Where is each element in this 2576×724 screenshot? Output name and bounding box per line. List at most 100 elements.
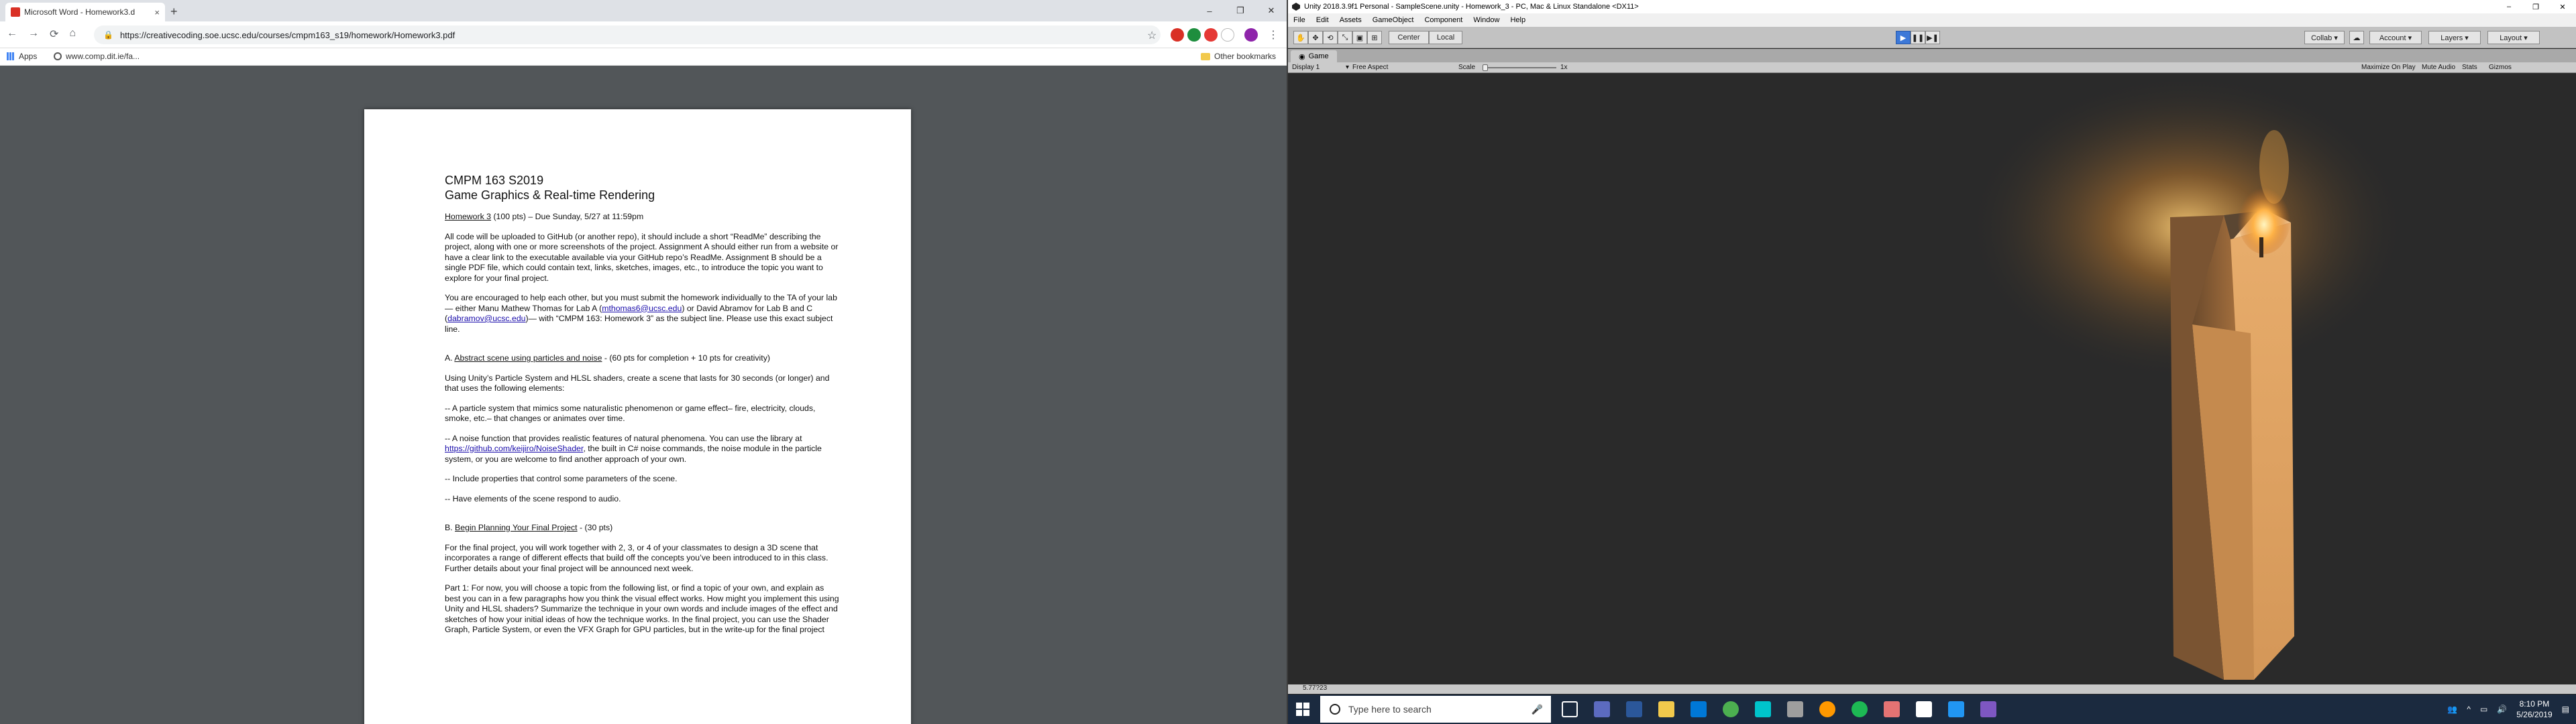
transform-tool-icon[interactable]: ⊞	[1367, 31, 1382, 44]
rect-tool-icon[interactable]: ▣	[1352, 31, 1367, 44]
pivot-toggle[interactable]: Center	[1389, 31, 1429, 44]
app-red-icon[interactable]	[1884, 701, 1900, 717]
close-tab-icon[interactable]: ×	[154, 7, 160, 17]
account-dropdown[interactable]: Account ▾	[2369, 31, 2422, 44]
extension-shield-icon[interactable]	[1171, 28, 1184, 42]
section-a-intro: Using Unity’s Particle System and HLSL s…	[445, 373, 830, 394]
scale-tool-icon[interactable]: ⤡	[1338, 31, 1352, 44]
windows-start-icon[interactable]	[1296, 703, 1309, 716]
menu-help[interactable]: Help	[1510, 16, 1525, 24]
maximize-on-play-toggle[interactable]: Maximize On Play	[2361, 64, 2416, 71]
folder-icon	[1201, 52, 1210, 60]
cloud-icon[interactable]: ☁	[2349, 31, 2364, 44]
other-bookmarks[interactable]: Other bookmarks	[1201, 52, 1276, 61]
show-hidden-icons[interactable]: ^	[2467, 705, 2471, 714]
tab-game[interactable]: ◉ Game	[1291, 50, 1337, 62]
clock[interactable]: 8:10 PM 5/26/2019	[2516, 699, 2552, 720]
move-tool-icon[interactable]: ✥	[1308, 31, 1323, 44]
section-b-intro: For the final project, you will work tog…	[445, 542, 828, 573]
hand-tool-icon[interactable]: ✋	[1293, 31, 1308, 44]
edge-icon[interactable]	[1690, 701, 1707, 717]
space-toggle[interactable]: Local	[1429, 31, 1462, 44]
menu-file[interactable]: File	[1293, 16, 1305, 24]
apps-grid-icon	[7, 52, 15, 60]
discord-icon[interactable]	[1980, 701, 1996, 717]
clock-date: 5/26/2019	[2516, 710, 2553, 719]
rotate-tool-icon[interactable]: ⟲	[1323, 31, 1338, 44]
extension-green-icon[interactable]	[1187, 28, 1201, 42]
gizmos-dropdown[interactable]: Gizmos	[2489, 64, 2512, 71]
tab-game-label: Game	[1308, 52, 1329, 60]
bookmarks-bar: Apps www.comp.dit.ie/fa... Other bookmar…	[0, 48, 1287, 66]
display-dropdown-arrow-icon[interactable]: ▾	[1346, 64, 1349, 71]
a3-text-a: -- A noise function that provides realis…	[445, 433, 802, 443]
notifications-icon[interactable]: ▤	[2562, 705, 2569, 714]
menu-edit[interactable]: Edit	[1316, 16, 1329, 24]
bookmark-star-icon[interactable]: ☆	[1147, 29, 1157, 42]
clock-time: 8:10 PM	[2519, 699, 2550, 709]
microphone-icon[interactable]: 🎤	[1532, 704, 1543, 715]
forward-arrow-icon[interactable]: →	[28, 27, 39, 41]
unity-hub-icon[interactable]	[1916, 701, 1932, 717]
people-icon[interactable]: 👥	[2447, 705, 2457, 714]
new-tab-button[interactable]: +	[170, 5, 178, 19]
other-bookmarks-label: Other bookmarks	[1214, 52, 1277, 61]
minimize-button[interactable]: –	[1194, 0, 1225, 21]
close-button[interactable]: ✕	[1256, 0, 1287, 21]
chrome-icon[interactable]	[1723, 701, 1739, 717]
extension-blank-icon[interactable]	[1221, 28, 1234, 42]
network-icon[interactable]: ▭	[2480, 705, 2487, 714]
section-b-title: Begin Planning Your Final Project	[455, 523, 578, 532]
play-button-icon[interactable]: ▶	[1896, 31, 1911, 44]
unity-maximize-button[interactable]: ❐	[2522, 0, 2549, 13]
home-icon[interactable]: ⌂	[69, 27, 76, 41]
game-viewport[interactable]	[1288, 73, 2576, 684]
scale-slider-handle[interactable]	[1483, 64, 1488, 71]
scale-value: 1x	[1560, 64, 1568, 71]
app-gray-icon[interactable]	[1787, 701, 1803, 717]
volume-icon[interactable]: 🔊	[2497, 705, 2507, 714]
layers-dropdown[interactable]: Layers ▾	[2428, 31, 2481, 44]
browser-tab[interactable]: Microsoft Word - Homework3.d ×	[5, 3, 165, 21]
unity-tabbar: ◉ Game	[1288, 49, 2576, 62]
taskbar-search[interactable]: Type here to search 🎤	[1320, 696, 1551, 723]
layout-dropdown[interactable]: Layout ▾	[2487, 31, 2540, 44]
noise-shader-link[interactable]: https://github.com/keijiro/NoiseShader	[445, 444, 583, 453]
menu-assets[interactable]: Assets	[1340, 16, 1362, 24]
display-dropdown[interactable]: Display 1	[1292, 64, 1320, 71]
menu-gameobject[interactable]: GameObject	[1373, 16, 1414, 24]
vlc-icon[interactable]	[1819, 701, 1835, 717]
email-link-lab-b[interactable]: dabramov@ucsc.edu	[447, 314, 525, 323]
game-view-toolbar: Display 1 ▾ Free Aspect Scale 1x Maximiz…	[1288, 62, 2576, 73]
unity-logo-icon	[1292, 3, 1300, 11]
stats-toggle[interactable]: Stats	[2462, 64, 2477, 71]
reload-icon[interactable]: ⟳	[50, 27, 58, 41]
back-arrow-icon[interactable]: ←	[7, 27, 17, 41]
pause-button-icon[interactable]: ❚❚	[1911, 31, 1925, 44]
more-menu-icon[interactable]: ⋮	[1268, 28, 1279, 42]
step-button-icon[interactable]: ▶❚	[1925, 31, 1940, 44]
extension-red-icon[interactable]	[1204, 28, 1218, 42]
spotify-icon[interactable]	[1851, 701, 1868, 717]
email-link-lab-a[interactable]: mthomas6@ucsc.edu	[602, 304, 682, 313]
profile-avatar[interactable]	[1244, 28, 1258, 42]
aspect-dropdown[interactable]: Free Aspect	[1352, 64, 1388, 71]
unity-close-button[interactable]: ✕	[2549, 0, 2576, 13]
file-explorer-icon[interactable]	[1658, 701, 1674, 717]
menu-window[interactable]: Window	[1473, 16, 1499, 24]
maximize-button[interactable]: ❐	[1225, 0, 1256, 21]
task-view-icon[interactable]	[1562, 701, 1578, 717]
bookmark-apps[interactable]: Apps	[7, 52, 37, 61]
bookmark-site[interactable]: www.comp.dit.ie/fa...	[54, 52, 140, 61]
photoshop-icon[interactable]	[1755, 701, 1771, 717]
address-bar[interactable]: 🔒 https://creativecoding.soe.ucsc.edu/co…	[94, 25, 1161, 44]
app-mail-icon[interactable]	[1594, 701, 1610, 717]
bookmark-apps-label: Apps	[19, 52, 38, 61]
scale-slider-track	[1483, 67, 1556, 68]
visual-studio-icon[interactable]	[1948, 701, 1964, 717]
collab-dropdown[interactable]: Collab ▾	[2304, 31, 2345, 44]
menu-component[interactable]: Component	[1424, 16, 1462, 24]
unity-minimize-button[interactable]: –	[2496, 0, 2522, 13]
mute-audio-toggle[interactable]: Mute Audio	[2422, 64, 2455, 71]
word-icon[interactable]	[1626, 701, 1642, 717]
